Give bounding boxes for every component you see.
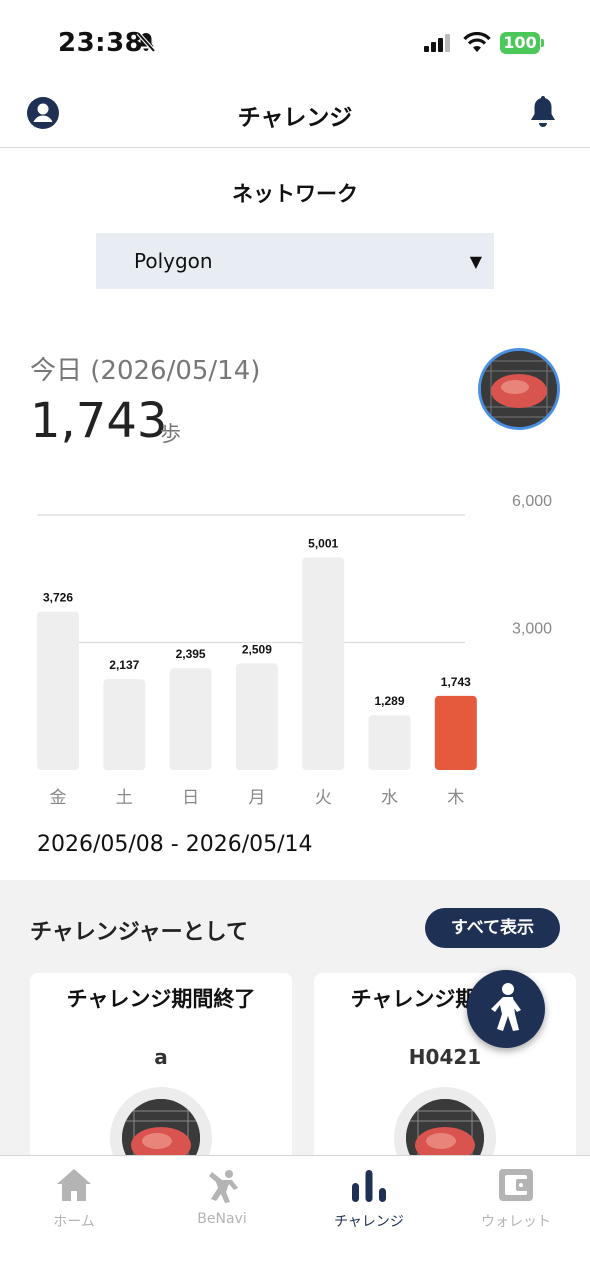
- wifi-icon: [463, 31, 491, 58]
- date-range: 2026/05/08 - 2026/05/14: [37, 832, 313, 857]
- bar-value-label: 5,001: [308, 536, 338, 550]
- network-selected-value: Polygon: [134, 249, 213, 273]
- y-tick-label: 3,000: [512, 621, 552, 638]
- challenge-status: チャレンジ期間終了: [66, 987, 256, 1011]
- x-tick-label: 金: [50, 788, 67, 808]
- walking-person-button[interactable]: [467, 970, 545, 1048]
- x-tick-label: 月: [248, 788, 265, 808]
- chart-bar: [235, 663, 278, 770]
- page-title: チャレンジ: [237, 105, 353, 131]
- x-tick-label: 水: [381, 788, 398, 808]
- bar-value-label: 2,395: [176, 647, 206, 661]
- x-tick-label: 土: [116, 788, 133, 808]
- chart-bar: [169, 668, 212, 770]
- challenge-name: a: [154, 1045, 168, 1069]
- home-icon: [0, 1166, 148, 1204]
- tab-label: チャレンジ: [334, 1214, 404, 1230]
- chart-bar: [434, 695, 477, 770]
- battery-tip: [541, 39, 544, 47]
- chart-bar: [37, 611, 79, 770]
- user-avatar[interactable]: [478, 348, 560, 430]
- chart-bars-icon: [295, 1166, 443, 1204]
- cellular-signal-icon: [424, 34, 452, 56]
- chart-bar: [302, 557, 345, 770]
- wallet-icon: [442, 1166, 590, 1204]
- steps-unit: 歩: [160, 422, 181, 446]
- x-tick-label: 火: [315, 788, 332, 808]
- status-bar: 23:38 100: [0, 0, 590, 86]
- tab-label: ホーム: [53, 1214, 95, 1230]
- chart-bar: [103, 679, 146, 770]
- today-label: 今日 (2026/05/14): [30, 356, 261, 386]
- bar-value-label: 2,509: [242, 642, 272, 656]
- network-select[interactable]: Polygon ▼: [96, 233, 494, 289]
- dropdown-caret-icon: ▼: [469, 252, 482, 271]
- challenge-card[interactable]: チャレンジ期間終了 a: [30, 973, 292, 1173]
- bar-value-label: 1,289: [374, 694, 404, 708]
- tab-bar: ホーム BeNavi チャレンジ ウォレット: [0, 1155, 590, 1280]
- challenge-name: H0421: [408, 1045, 482, 1069]
- silent-bell-icon: [135, 31, 157, 57]
- tab-label: ウォレット: [481, 1214, 551, 1230]
- tab-wallet[interactable]: ウォレット: [442, 1156, 590, 1246]
- tab-label: BeNavi: [197, 1211, 247, 1227]
- battery-indicator: 100: [500, 32, 540, 54]
- x-tick-label: 木: [447, 788, 464, 808]
- status-time: 23:38: [58, 28, 144, 58]
- bar-value-label: 1,743: [441, 675, 471, 689]
- show-all-button[interactable]: すべて表示: [425, 908, 560, 948]
- network-label: ネットワーク: [232, 182, 358, 206]
- y-tick-label: 6,000: [512, 493, 552, 510]
- challenger-title: チャレンジャーとして: [30, 920, 249, 945]
- app-header: チャレンジ: [0, 86, 590, 148]
- x-tick-label: 日: [182, 788, 199, 808]
- steps-bar-chart: 6,000 3,000 3,726 金 2,137 土 2,395 日 2,509 月 5,001 火…: [37, 493, 552, 808]
- chart-bar: [368, 715, 411, 770]
- notification-bell-icon[interactable]: [527, 95, 559, 135]
- benavi-icon: [148, 1166, 296, 1204]
- bar-value-label: 3,726: [43, 591, 73, 605]
- tab-benavi[interactable]: BeNavi: [148, 1156, 296, 1246]
- today-steps: 1,743: [30, 393, 168, 449]
- tab-challenge[interactable]: チャレンジ: [295, 1156, 443, 1246]
- walking-person-icon: [491, 983, 521, 1031]
- tab-home[interactable]: ホーム: [0, 1156, 148, 1246]
- bar-value-label: 2,137: [109, 658, 139, 672]
